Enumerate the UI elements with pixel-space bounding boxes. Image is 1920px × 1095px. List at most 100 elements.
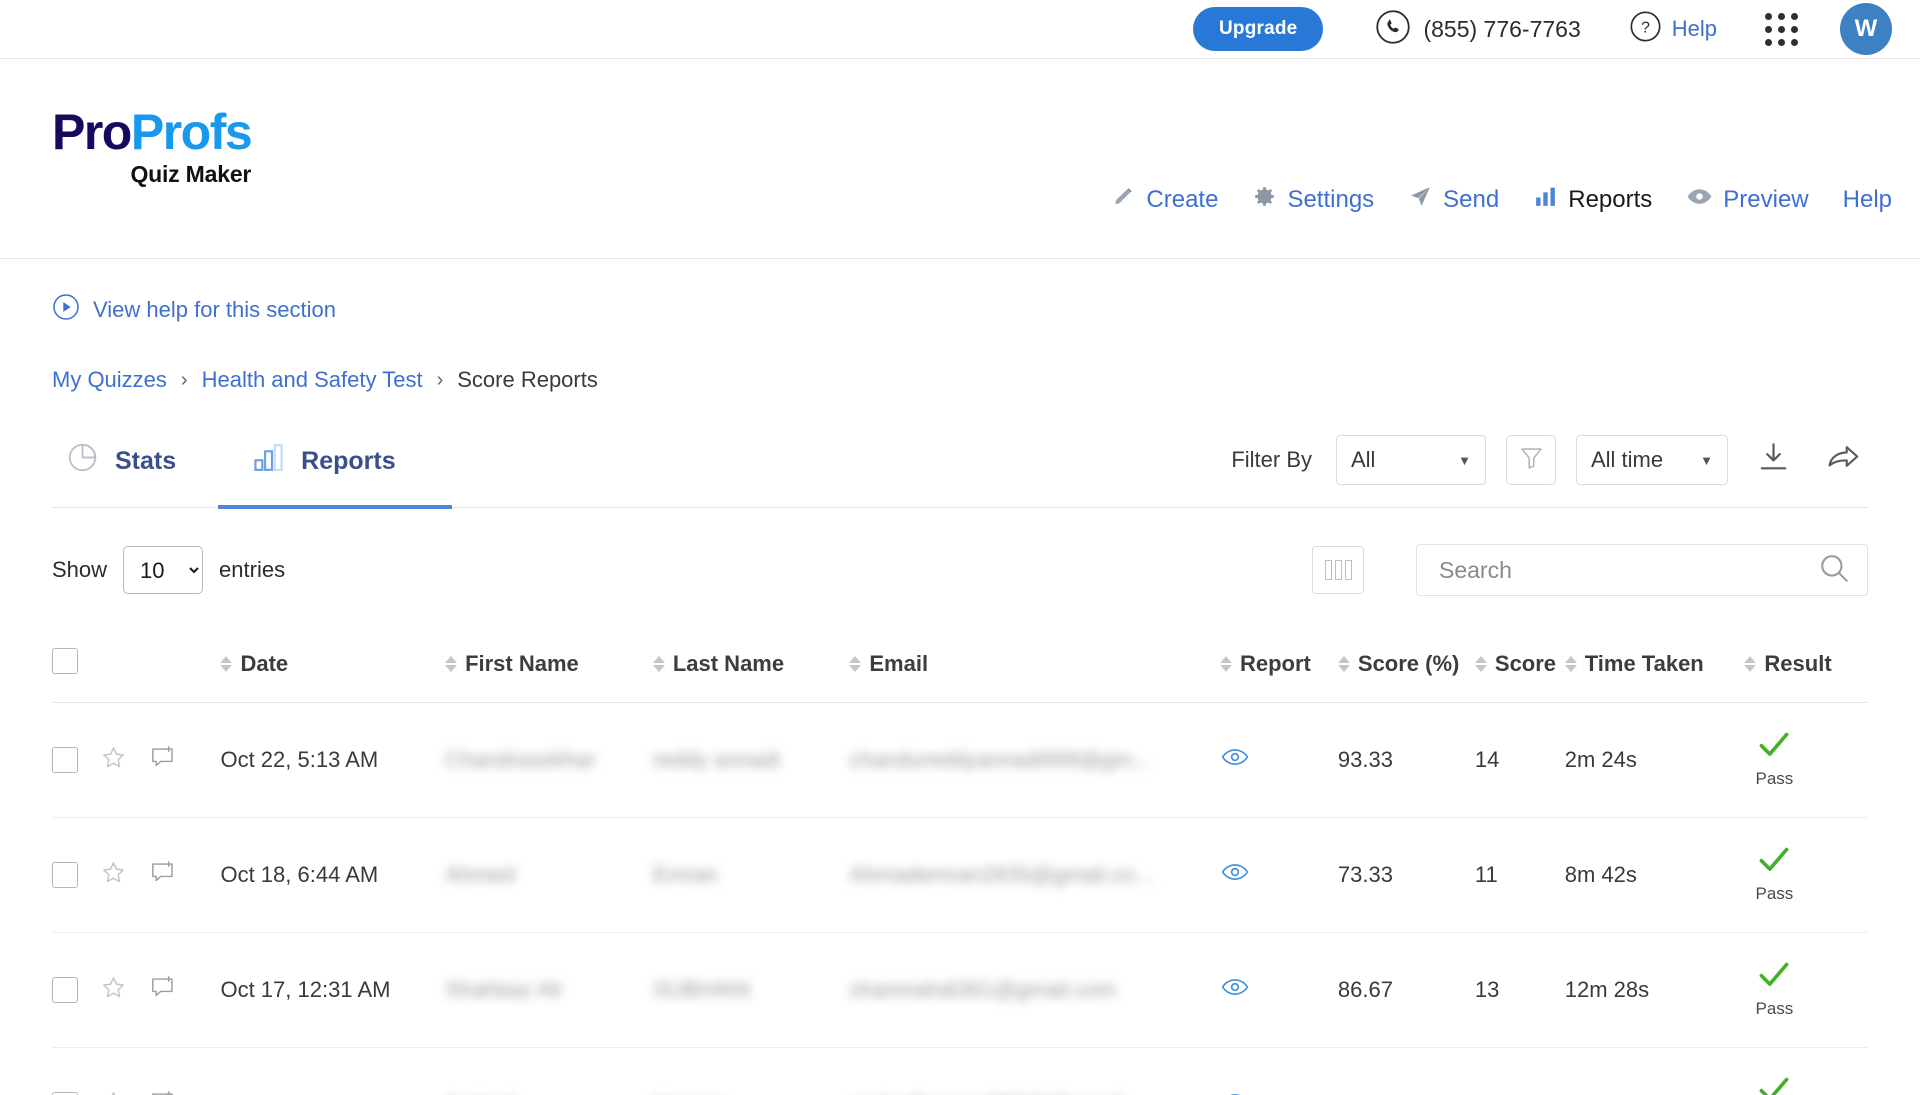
cell-time-taken: 13m 47s [1564, 1047, 1745, 1095]
tab-label: Reports [301, 446, 396, 475]
blurred-value: Chandrasekhar [445, 747, 596, 772]
search-input[interactable] [1439, 556, 1817, 584]
sort-icon[interactable] [220, 656, 233, 672]
sort-icon[interactable] [1744, 656, 1757, 672]
check-icon [1757, 731, 1791, 765]
view-help-link[interactable]: View help for this section [52, 293, 1868, 327]
table-row[interactable]: Oct 1, 12:04 PM Arshad Hassan arshadhass… [52, 1047, 1868, 1095]
cell-report [1219, 1047, 1338, 1095]
tab-label: Stats [115, 446, 177, 475]
column-report[interactable]: Report [1219, 648, 1338, 703]
add-comment-icon[interactable] [149, 744, 176, 777]
top-help-label: Help [1671, 16, 1717, 41]
row-checkbox[interactable] [52, 747, 78, 773]
cell-time-taken: 12m 28s [1564, 932, 1745, 1048]
star-icon[interactable] [100, 1089, 127, 1095]
nav-item-settings[interactable]: Settings [1252, 184, 1374, 216]
column-result[interactable]: Result [1744, 648, 1868, 703]
table-header-row: Date First Name Last Name Email Report S… [52, 648, 1868, 703]
upgrade-button[interactable]: Upgrade [1192, 7, 1324, 51]
column-time-taken[interactable]: Time Taken [1564, 648, 1745, 703]
filter-type-dropdown[interactable]: All ▼ [1336, 435, 1486, 485]
column-label: Time Taken [1584, 651, 1704, 676]
breadcrumb-item-health-and-safety-test[interactable]: Health and Safety Test [202, 367, 423, 393]
blurred-value: shanmahdi361@gmail.com [849, 977, 1117, 1002]
table-row[interactable]: Oct 22, 5:13 AM Chandrasekhar reddy anna… [52, 702, 1868, 818]
tab-stats[interactable]: Stats [52, 441, 218, 509]
add-comment-icon[interactable] [149, 1089, 176, 1095]
support-phone[interactable]: (855) 776-7763 [1375, 9, 1581, 50]
column-score-percent[interactable]: Score (%) [1337, 648, 1475, 703]
column-first-name[interactable]: First Name [445, 648, 653, 703]
add-comment-icon[interactable] [149, 859, 176, 892]
pie-chart-icon [66, 441, 99, 481]
avatar[interactable]: W [1840, 3, 1892, 55]
add-comment-icon[interactable] [149, 974, 176, 1007]
cell-date: Oct 17, 12:31 AM [220, 932, 446, 1048]
sort-icon[interactable] [652, 656, 665, 672]
main-navigation: Create Settings Send Reports Preview Hel… [1111, 183, 1892, 217]
nav-item-send[interactable]: Send [1408, 184, 1499, 216]
download-button[interactable] [1748, 435, 1798, 485]
nav-item-help[interactable]: Help [1843, 186, 1892, 214]
pencil-icon [1111, 184, 1136, 216]
cell-last-name: reddy annadi [652, 702, 850, 818]
proprofs-logo[interactable]: ProProfs Quiz Maker [52, 104, 253, 188]
sort-icon[interactable] [1337, 656, 1350, 672]
apps-grid-icon[interactable] [1765, 12, 1798, 46]
view-report-eye-icon[interactable] [1220, 864, 1250, 892]
nav-item-preview[interactable]: Preview [1686, 183, 1809, 217]
column-score[interactable]: Score [1474, 648, 1565, 703]
result-label: Pass [1755, 769, 1794, 788]
row-checkbox[interactable] [52, 862, 78, 888]
search-icon[interactable] [1817, 551, 1851, 590]
logo-pro-text: Pro [52, 104, 132, 160]
nav-item-create[interactable]: Create [1111, 184, 1218, 216]
sort-icon[interactable] [849, 656, 862, 672]
nav-label: Reports [1568, 186, 1653, 213]
blurred-value: SUBHANI [652, 977, 751, 1002]
column-date[interactable]: Date [220, 648, 446, 703]
column-email[interactable]: Email [849, 648, 1220, 703]
filter-type-value: All [1351, 447, 1376, 472]
sort-icon[interactable] [1219, 656, 1232, 672]
column-last-name[interactable]: Last Name [652, 648, 850, 703]
phone-icon [1375, 9, 1411, 50]
sort-icon[interactable] [1474, 656, 1487, 672]
tab-reports[interactable]: Reports [218, 441, 452, 509]
cell-first-name: Arshad [445, 1047, 653, 1095]
breadcrumb-separator: › [436, 368, 444, 391]
star-icon[interactable] [100, 974, 127, 1007]
nav-item-reports[interactable]: Reports [1533, 184, 1652, 216]
search-group [1312, 544, 1868, 596]
columns-icon [1334, 560, 1342, 580]
view-report-eye-icon[interactable] [1220, 979, 1250, 1007]
select-all-checkbox[interactable] [52, 648, 78, 674]
sort-icon[interactable] [1564, 656, 1577, 672]
cell-score-percent: 93.33 [1337, 702, 1475, 818]
advanced-filter-button[interactable] [1506, 435, 1556, 485]
page-size-select[interactable]: 102550100 [123, 546, 204, 594]
star-icon[interactable] [100, 859, 127, 892]
column-label: Score (%) [1357, 651, 1460, 676]
share-button[interactable] [1818, 435, 1868, 485]
view-report-eye-icon[interactable] [1220, 749, 1250, 777]
column-chooser-button[interactable] [1312, 546, 1364, 594]
row-checkbox[interactable] [52, 977, 78, 1003]
funnel-icon [1518, 444, 1545, 476]
brand-nav-row: ProProfs Quiz Maker Create Settings Send [0, 59, 1920, 259]
bar-chart-icon [252, 441, 285, 481]
result-label: Pass [1755, 884, 1794, 903]
table-row[interactable]: Oct 18, 6:44 AM Ahmed Emran Ahmademran28… [52, 817, 1868, 933]
table-row[interactable]: Oct 17, 12:31 AM Shahbaz Ali SUBHANI sha… [52, 932, 1868, 1048]
cell-date: Oct 18, 6:44 AM [220, 817, 446, 933]
tabs-and-filters-row: Stats Reports Filter By All ▼ All time ▼ [52, 435, 1868, 509]
time-range-dropdown[interactable]: All time ▼ [1576, 435, 1728, 485]
column-label: First Name [465, 651, 579, 676]
breadcrumb-item-my-quizzes[interactable]: My Quizzes [52, 367, 167, 393]
search-box[interactable] [1416, 544, 1868, 596]
star-icon[interactable] [100, 744, 127, 777]
cell-result: Pass [1744, 932, 1868, 1048]
top-help-link[interactable]: ? Help [1629, 10, 1717, 48]
sort-icon[interactable] [445, 656, 458, 672]
